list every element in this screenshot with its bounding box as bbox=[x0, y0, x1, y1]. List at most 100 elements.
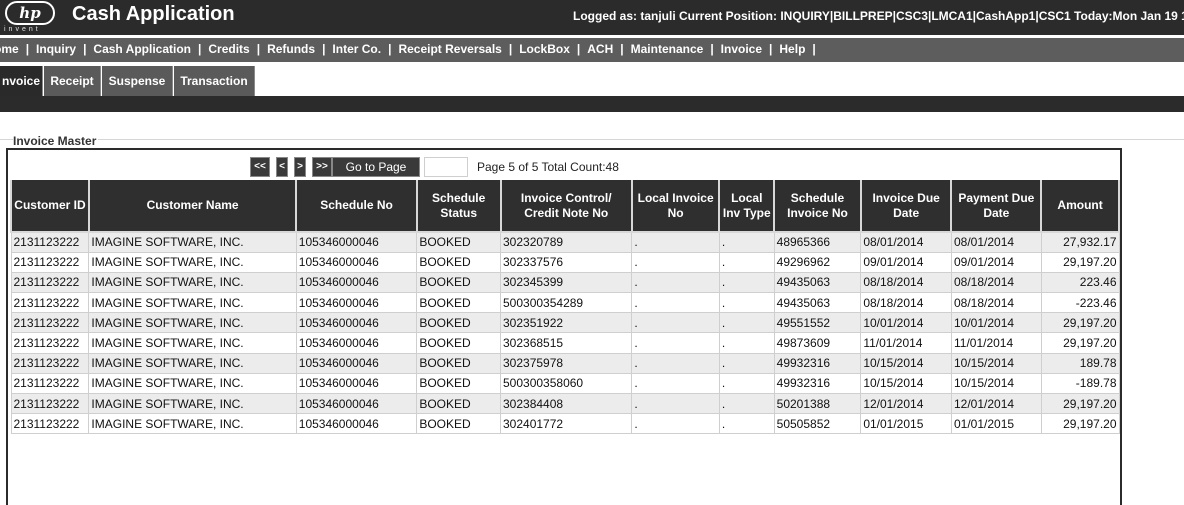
menu-item-lockbox[interactable]: LockBox bbox=[519, 42, 570, 56]
menu-item-invoice[interactable]: Invoice bbox=[721, 42, 762, 56]
table-cell: 302384408 bbox=[499, 392, 633, 415]
menu-separator: | bbox=[576, 42, 581, 56]
menu-item-ach[interactable]: ACH bbox=[587, 42, 613, 56]
column-header[interactable]: Schedule Status bbox=[415, 180, 502, 233]
menu-item-maintenance[interactable]: Maintenance bbox=[631, 42, 704, 56]
table-cell: . bbox=[631, 231, 720, 253]
menu-item-credits[interactable]: Credits bbox=[208, 42, 249, 56]
table-row[interactable]: 2131123222 IMAGINE SOFTWARE, INC. 10534600… bbox=[10, 292, 1120, 314]
table-cell: 49873609 bbox=[773, 332, 862, 354]
tab-suspense[interactable]: Suspense bbox=[102, 66, 173, 96]
table-row[interactable]: 2131123222 IMAGINE SOFTWARE, INC. 10534600… bbox=[10, 372, 1120, 395]
table-cell: . bbox=[631, 413, 720, 435]
app-title: Cash Application bbox=[72, 3, 235, 25]
table-cell: 2131123222 bbox=[10, 392, 90, 415]
table-cell: 302337576 bbox=[499, 251, 633, 273]
last-page-button[interactable]: >> bbox=[312, 157, 332, 177]
table-cell: 10/15/2014 bbox=[950, 352, 1042, 374]
table-cell: IMAGINE SOFTWARE, INC. bbox=[88, 392, 297, 415]
table-cell: 302401772 bbox=[499, 413, 633, 435]
table-cell: . bbox=[718, 332, 775, 354]
page-number-input[interactable] bbox=[424, 157, 468, 177]
table-cell: IMAGINE SOFTWARE, INC. bbox=[88, 231, 297, 253]
column-header[interactable]: Invoice Due Date bbox=[859, 180, 953, 233]
table-cell: 29,197.20 bbox=[1040, 332, 1120, 354]
column-header[interactable]: Local Inv Type bbox=[718, 180, 776, 233]
go-to-page-button[interactable]: Go to Page bbox=[332, 157, 420, 177]
app-window: hp invent Cash Application Logged as: ta… bbox=[0, 0, 1184, 505]
table-row[interactable]: 2131123222 IMAGINE SOFTWARE, INC. 10534600… bbox=[10, 352, 1120, 374]
section-title: Invoice Master bbox=[13, 134, 99, 148]
column-header[interactable]: Amount bbox=[1040, 180, 1120, 233]
tab-receipt[interactable]: Receipt bbox=[44, 66, 101, 96]
menu-item-cash-application[interactable]: Cash Application bbox=[93, 42, 191, 56]
menu-item-receipt-reversals[interactable]: Receipt Reversals bbox=[398, 42, 501, 56]
table-row[interactable]: 2131123222 IMAGINE SOFTWARE, INC. 10534600… bbox=[10, 413, 1120, 435]
table-cell: 2131123222 bbox=[10, 352, 90, 374]
table-cell: BOOKED bbox=[416, 312, 501, 334]
menu-item-inter-co[interactable]: Inter Co. bbox=[332, 42, 381, 56]
next-page-button[interactable]: > bbox=[294, 157, 306, 177]
table-cell: 105346000046 bbox=[295, 413, 418, 435]
tab-transaction[interactable]: Transaction bbox=[174, 66, 255, 96]
table-cell: IMAGINE SOFTWARE, INC. bbox=[88, 352, 297, 374]
table-body: 2131123222 IMAGINE SOFTWARE, INC. 10534600… bbox=[10, 231, 1120, 435]
column-header[interactable]: Invoice Control/ Credit Note No bbox=[499, 180, 633, 233]
table-cell: . bbox=[631, 271, 720, 294]
table-cell: 49435063 bbox=[773, 271, 862, 294]
table-cell: IMAGINE SOFTWARE, INC. bbox=[88, 332, 297, 354]
table-cell: 09/01/2014 bbox=[950, 251, 1042, 273]
column-header[interactable]: Schedule Invoice No bbox=[773, 180, 862, 233]
table-cell: 10/15/2014 bbox=[950, 372, 1042, 395]
tab-invoice[interactable]: nvoice bbox=[0, 66, 43, 96]
invoice-master-panel: << < > >> Go to Page Page 5 of 5 Total C… bbox=[6, 148, 1122, 505]
menu-item-help[interactable]: Help bbox=[779, 42, 805, 56]
table-row[interactable]: 2131123222 IMAGINE SOFTWARE, INC. 10534600… bbox=[10, 231, 1120, 253]
table-row[interactable]: 2131123222 IMAGINE SOFTWARE, INC. 10534600… bbox=[10, 392, 1120, 415]
logo-badge: hp bbox=[5, 1, 55, 25]
column-header[interactable]: Payment Due Date bbox=[950, 180, 1043, 233]
table-cell: 49932316 bbox=[773, 372, 862, 395]
table-cell: 2131123222 bbox=[10, 413, 90, 435]
table-cell: IMAGINE SOFTWARE, INC. bbox=[88, 271, 297, 294]
table-cell: IMAGINE SOFTWARE, INC. bbox=[88, 413, 297, 435]
table-row[interactable]: 2131123222 IMAGINE SOFTWARE, INC. 10534600… bbox=[10, 271, 1120, 294]
menu-separator: | bbox=[83, 42, 87, 56]
menu-item-refunds[interactable]: Refunds bbox=[267, 42, 315, 56]
table-cell: -223.46 bbox=[1040, 292, 1120, 314]
table-cell: 49932316 bbox=[773, 352, 862, 374]
table-cell: . bbox=[718, 251, 775, 273]
table-row[interactable]: 2131123222 IMAGINE SOFTWARE, INC. 10534600… bbox=[10, 332, 1120, 354]
main-menu: ome | Inquiry | Cash Application | Credits | Ref… bbox=[0, 38, 1184, 62]
table-cell: 10/01/2014 bbox=[950, 312, 1042, 334]
menu-item-inquiry[interactable]: Inquiry bbox=[36, 42, 76, 56]
column-header[interactable]: Schedule No bbox=[295, 180, 418, 233]
first-page-button[interactable]: << bbox=[250, 157, 270, 177]
table-cell: 302351922 bbox=[499, 312, 633, 334]
menu-separator: | bbox=[25, 42, 30, 56]
table-cell: 2131123222 bbox=[10, 271, 90, 294]
menu-separator: | bbox=[710, 42, 714, 56]
table-row[interactable]: 2131123222 IMAGINE SOFTWARE, INC. 10534600… bbox=[10, 251, 1120, 273]
logo-tagline: invent bbox=[4, 26, 41, 33]
column-header[interactable]: Customer ID bbox=[10, 180, 90, 233]
menu-item-ome[interactable]: ome bbox=[0, 42, 19, 56]
table-cell: 08/01/2014 bbox=[860, 231, 952, 253]
table-cell: . bbox=[718, 292, 775, 314]
table-header-row: Customer ID Customer Name Schedule No Sched… bbox=[10, 180, 1120, 233]
column-header[interactable]: Local Invoice No bbox=[630, 180, 721, 233]
table-row[interactable]: 2131123222 IMAGINE SOFTWARE, INC. 10534600… bbox=[10, 312, 1120, 334]
table-cell: 01/01/2015 bbox=[950, 413, 1042, 435]
table-cell: . bbox=[631, 251, 720, 273]
table-cell: BOOKED bbox=[416, 372, 501, 395]
table-cell: 10/01/2014 bbox=[860, 312, 952, 334]
prev-page-button[interactable]: < bbox=[276, 157, 288, 177]
table-cell: BOOKED bbox=[416, 352, 501, 374]
table-cell: IMAGINE SOFTWARE, INC. bbox=[88, 292, 297, 314]
table-cell: 50505852 bbox=[773, 413, 862, 435]
table-cell: IMAGINE SOFTWARE, INC. bbox=[88, 312, 297, 334]
column-header[interactable]: Customer Name bbox=[87, 180, 298, 233]
table-cell: 48965366 bbox=[773, 231, 862, 253]
menu-separator: | bbox=[388, 42, 392, 56]
table-cell: 29,197.20 bbox=[1040, 251, 1120, 273]
